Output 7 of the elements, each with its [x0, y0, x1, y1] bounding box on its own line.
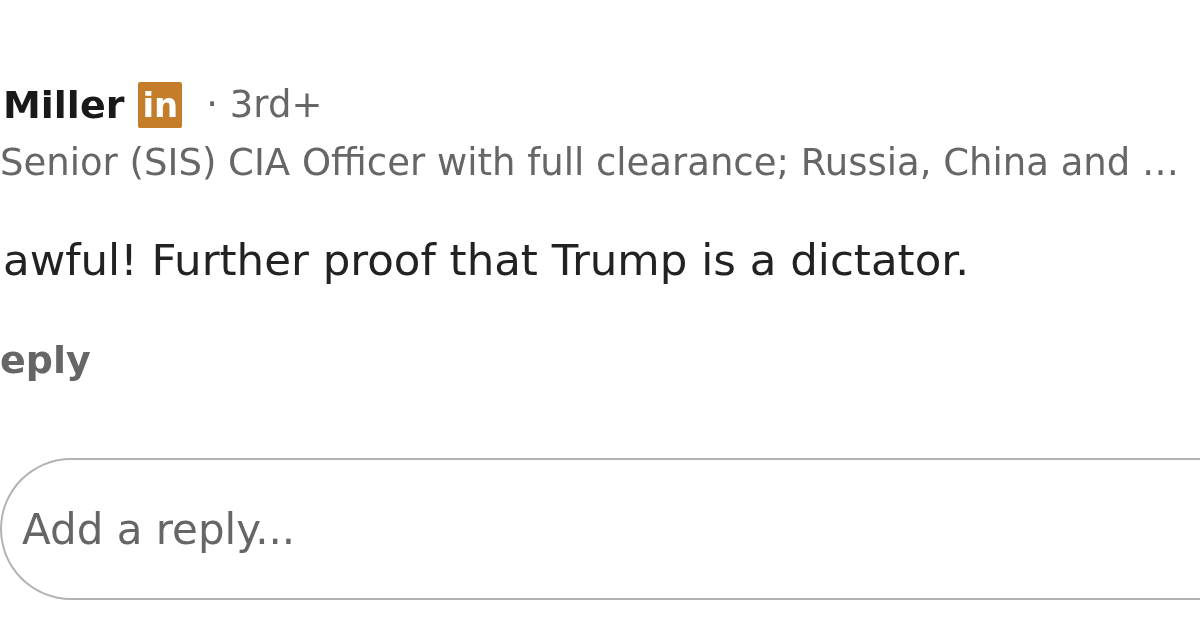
- author-headline: Senior (SIS) CIA Officer with full clearance; Russia, China and …: [0, 141, 1180, 185]
- member-badge: in: [138, 82, 183, 128]
- reply-button[interactable]: eply: [0, 337, 91, 383]
- connection-degree: · 3rd+: [206, 82, 323, 128]
- reply-field[interactable]: Add a reply...: [0, 458, 1200, 600]
- comment-text: awful! Further proof that Trump is a dictator.: [3, 234, 969, 287]
- author-name[interactable]: Miller: [3, 80, 125, 130]
